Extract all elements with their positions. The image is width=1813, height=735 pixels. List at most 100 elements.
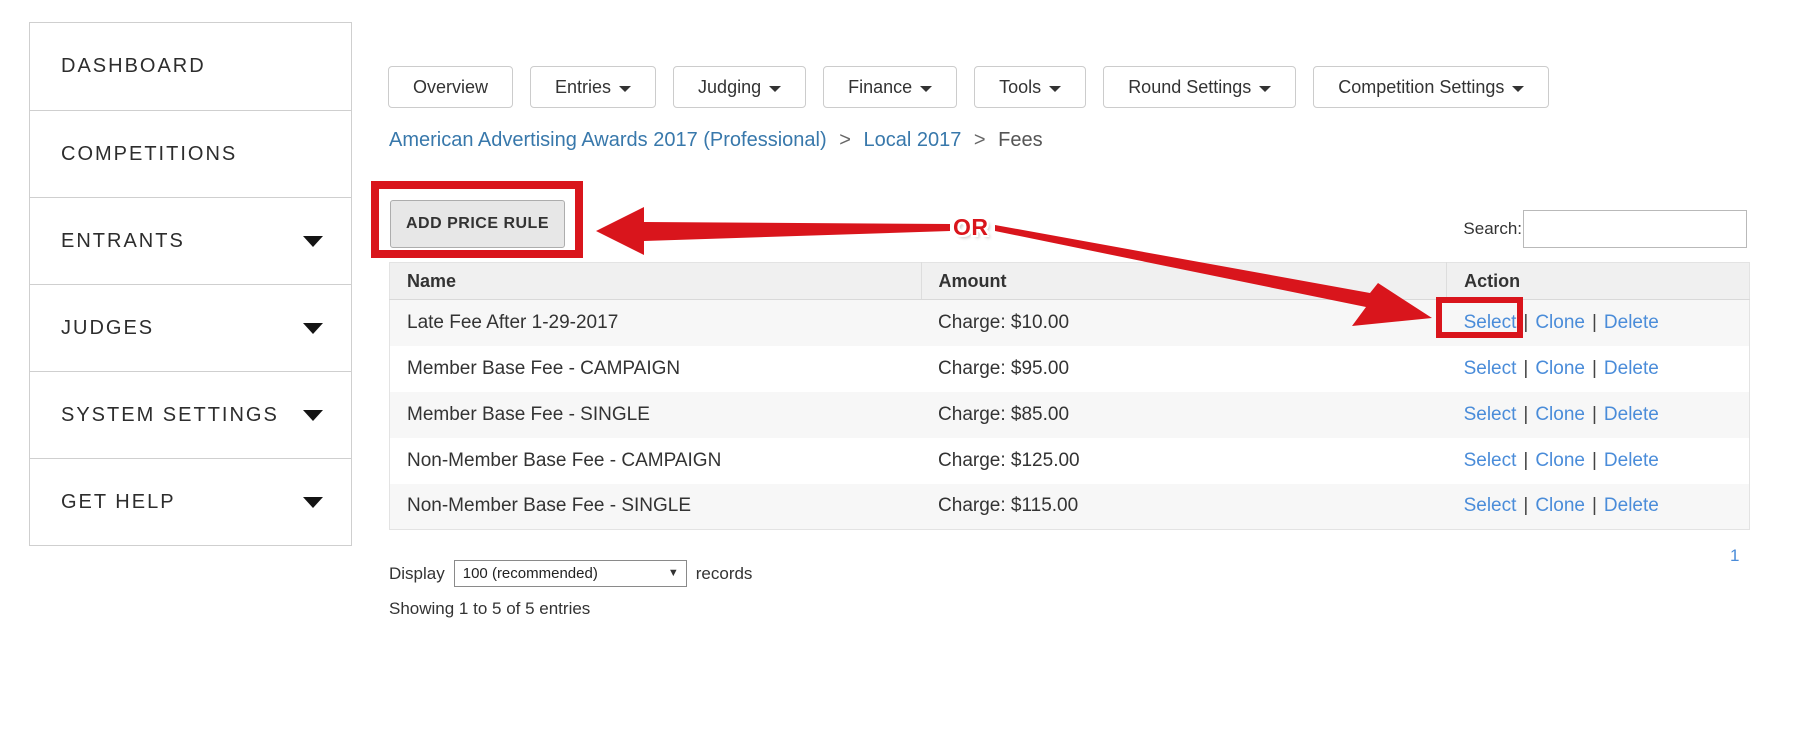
sidebar-item-label: GET HELP [61, 490, 176, 513]
clone-link[interactable]: Clone [1535, 450, 1585, 471]
fee-amount-cell: Charge: $10.00 [938, 311, 1070, 333]
breadcrumb-link-competition[interactable]: American Advertising Awards 2017 (Profes… [389, 129, 827, 151]
showing-entries-text: Showing 1 to 5 of 5 entries [389, 599, 591, 618]
display-records-value: 100 (recommended) [462, 565, 598, 582]
records-label: records [695, 563, 753, 583]
nav-button-judging[interactable]: Judging [673, 66, 807, 108]
fee-name-cell: Member Base Fee - SINGLE [407, 403, 650, 425]
caret-down-icon [1049, 86, 1062, 92]
select-link[interactable]: Select [1464, 495, 1517, 516]
sidebar-item-entrants[interactable]: ENTRANTS [30, 197, 351, 284]
sidebar-item-label: ENTRANTS [61, 229, 185, 252]
nav-button-overview[interactable]: Overview [388, 66, 514, 108]
table-row: Non-Member Base Fee - CAMPAIGN Charge: $… [389, 437, 1750, 484]
fee-name-cell: Late Fee After 1-29-2017 [407, 311, 619, 333]
select-link[interactable]: Select [1464, 358, 1517, 379]
nav-button-label: Round Settings [1128, 76, 1252, 97]
search-area: Search: [1380, 210, 1747, 248]
delete-link[interactable]: Delete [1604, 404, 1659, 425]
action-separator: | [1523, 449, 1529, 471]
column-header-action[interactable]: Action [1446, 262, 1750, 300]
select-link[interactable]: Select [1464, 404, 1517, 425]
caret-down-icon [303, 323, 323, 334]
sidebar-item-label: DASHBOARD [61, 55, 206, 77]
pagination-page-1[interactable]: 1 [1730, 546, 1739, 566]
fee-actions-cell: Select | Clone | Delete [1447, 392, 1750, 438]
search-label: Search: [1463, 219, 1522, 238]
column-header-amount[interactable]: Amount [920, 262, 1447, 300]
annotation-arrow-left-icon [596, 207, 950, 255]
nav-button-finance[interactable]: Finance [823, 66, 958, 108]
table-row: Member Base Fee - SINGLE Charge: $85.00 … [389, 391, 1750, 438]
select-link[interactable]: Select [1464, 450, 1517, 471]
display-records-control: Display 100 (recommended) ▼ records [389, 560, 752, 587]
fee-amount-cell: Charge: $115.00 [938, 495, 1079, 517]
caret-down-icon [619, 86, 632, 92]
caret-down-icon [303, 236, 323, 247]
display-records-select[interactable]: 100 (recommended) ▼ [453, 560, 687, 587]
sidebar-item-dashboard[interactable]: DASHBOARD [30, 23, 351, 110]
nav-button-label: Judging [698, 76, 762, 97]
annotation-highlight-box-add-price-rule [371, 181, 583, 258]
sidebar-item-label: COMPETITIONS [61, 142, 238, 165]
clone-link[interactable]: Clone [1535, 495, 1585, 516]
price-rules-table: Name Amount Action Late Fee After 1-29-2… [389, 262, 1750, 530]
competition-nav: Overview Entries Judging Finance Tools R… [388, 66, 1550, 108]
nav-button-label: Entries [555, 76, 612, 97]
fee-amount-cell: Charge: $95.00 [938, 357, 1070, 379]
nav-button-label: Tools [999, 76, 1042, 97]
fee-name-cell: Member Base Fee - CAMPAIGN [407, 357, 681, 379]
breadcrumb-link-round[interactable]: Local 2017 [863, 129, 961, 151]
clone-link[interactable]: Clone [1535, 404, 1585, 425]
action-separator: | [1523, 311, 1529, 333]
sidebar-item-system-settings[interactable]: SYSTEM SETTINGS [30, 371, 351, 458]
caret-down-icon [303, 497, 323, 508]
fee-actions-cell: Select | Clone | Delete [1447, 438, 1750, 484]
clone-link[interactable]: Clone [1535, 358, 1585, 379]
table-row: Non-Member Base Fee - SINGLE Charge: $11… [389, 483, 1750, 530]
action-separator: | [1591, 495, 1597, 517]
delete-link[interactable]: Delete [1604, 312, 1659, 333]
breadcrumb-separator: > [973, 129, 986, 151]
column-header-name[interactable]: Name [389, 262, 922, 300]
breadcrumb-separator: > [839, 129, 851, 151]
delete-link[interactable]: Delete [1604, 358, 1659, 379]
caret-down-icon [769, 86, 782, 92]
clone-link[interactable]: Clone [1535, 312, 1585, 333]
nav-button-round-settings[interactable]: Round Settings [1103, 66, 1297, 108]
sidebar: DASHBOARD COMPETITIONS ENTRANTS JUDGES S… [29, 22, 352, 546]
sidebar-item-get-help[interactable]: GET HELP [30, 458, 351, 545]
fee-name-cell: Non-Member Base Fee - CAMPAIGN [407, 449, 722, 471]
nav-button-label: Overview [413, 76, 489, 97]
breadcrumb-current-fees: Fees [998, 129, 1043, 151]
action-separator: | [1523, 357, 1529, 379]
fees-admin-page: DASHBOARD COMPETITIONS ENTRANTS JUDGES S… [0, 0, 1813, 735]
fee-amount-cell: Charge: $125.00 [938, 449, 1080, 471]
sidebar-item-judges[interactable]: JUDGES [30, 284, 351, 371]
table-header-row: Name Amount Action [389, 262, 1750, 300]
nav-button-label: Finance [848, 76, 913, 97]
sidebar-item-competitions[interactable]: COMPETITIONS [30, 110, 351, 197]
nav-button-entries[interactable]: Entries [530, 66, 657, 108]
sidebar-item-label: JUDGES [61, 316, 155, 339]
nav-button-tools[interactable]: Tools [974, 66, 1087, 108]
caret-down-icon [303, 410, 323, 421]
table-row: Member Base Fee - CAMPAIGN Charge: $95.0… [389, 345, 1750, 392]
caret-down-icon [1512, 86, 1525, 92]
fee-actions-cell: Select | Clone | Delete [1447, 484, 1750, 530]
nav-button-competition-settings[interactable]: Competition Settings [1313, 66, 1550, 108]
fee-actions-cell: Select | Clone | Delete [1447, 346, 1750, 392]
table-row: Late Fee After 1-29-2017 Charge: $10.00 … [389, 299, 1750, 346]
delete-link[interactable]: Delete [1604, 450, 1659, 471]
nav-button-label: Competition Settings [1338, 76, 1505, 97]
sidebar-item-label: SYSTEM SETTINGS [61, 403, 279, 426]
action-separator: | [1591, 311, 1597, 333]
annotation-highlight-box-select [1436, 297, 1523, 338]
action-separator: | [1591, 449, 1597, 471]
delete-link[interactable]: Delete [1604, 495, 1659, 516]
search-input[interactable] [1523, 210, 1747, 248]
caret-down-icon [1259, 86, 1272, 92]
fee-amount-cell: Charge: $85.00 [938, 403, 1070, 425]
caret-down-icon [920, 86, 933, 92]
caret-down-icon: ▼ [667, 567, 679, 579]
